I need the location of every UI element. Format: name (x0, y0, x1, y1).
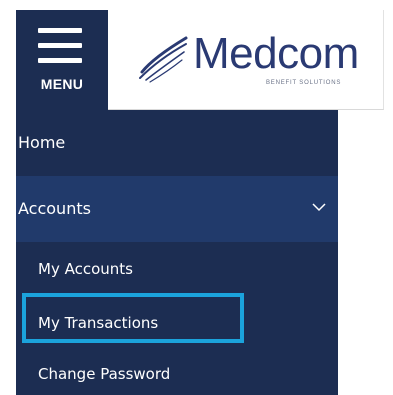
sidebar-item-label: Accounts (18, 199, 91, 218)
sidebar-subitem-label: My Transactions (38, 314, 159, 332)
hamburger-icon (38, 28, 82, 68)
sidebar-item-label: Home (18, 133, 66, 152)
menu-label: MENU (40, 76, 84, 92)
brand-tagline: BENEFIT SOLUTIONS (266, 80, 342, 86)
sidebar-subitem-label: Change Password (38, 365, 171, 383)
app-frame: MENU Medcom BENEFIT SOLUTIONS Home Accou… (0, 0, 393, 395)
sidebar-subitem-label: My Accounts (38, 260, 133, 278)
sidebar-nav: Home Accounts My Accounts My Transaction… (16, 110, 338, 395)
sidebar-subitem-change-password[interactable]: Change Password (16, 350, 338, 395)
brand-logo[interactable]: Medcom BENEFIT SOLUTIONS (108, 10, 384, 110)
swoosh-logo-icon (139, 36, 188, 83)
sidebar-subitem-my-accounts[interactable]: My Accounts (16, 242, 338, 296)
sidebar-item-home[interactable]: Home (16, 110, 338, 176)
menu-button[interactable]: MENU (16, 10, 108, 110)
sidebar-subitem-my-transactions[interactable]: My Transactions (16, 296, 338, 350)
chevron-down-icon (312, 203, 326, 212)
sidebar-item-accounts[interactable]: Accounts (16, 176, 338, 242)
brand-name: Medcom (193, 29, 359, 78)
